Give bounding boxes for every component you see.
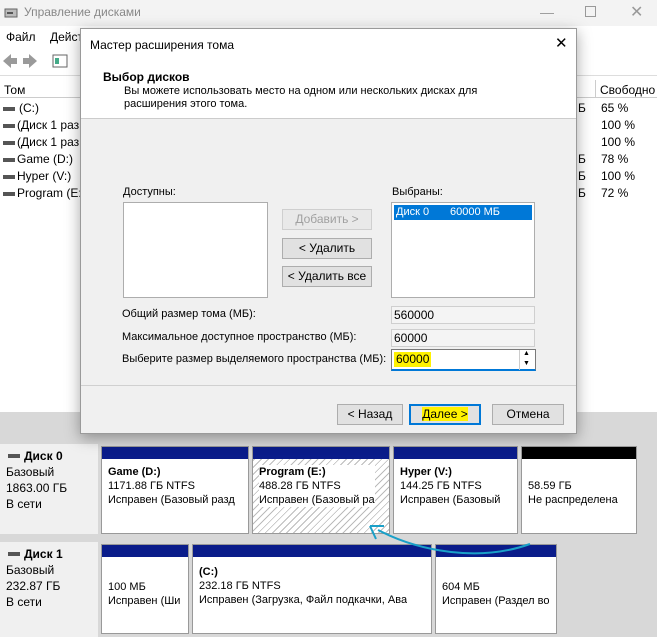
partition-size: 144.25 ГБ NTFS: [400, 480, 482, 492]
minimize-icon[interactable]: —: [540, 4, 554, 20]
back-button[interactable]: < Назад: [337, 404, 403, 425]
disk-name: Диск 1: [24, 547, 63, 561]
drive-icon: [3, 124, 15, 128]
volume-size: Б: [578, 101, 586, 115]
available-label: Доступны:: [123, 186, 176, 198]
select-size-label: Выберите размер выделяемого пространства…: [122, 353, 387, 365]
column-free[interactable]: Свободно: [600, 83, 655, 97]
partition-size: 1171.88 ГБ NTFS: [108, 480, 195, 492]
max-space-field: 60000: [391, 329, 535, 347]
select-size-input[interactable]: 60000 ▲ ▼: [391, 349, 536, 371]
volume-name: (Диск 1 раз: [17, 135, 80, 149]
volume-free: 65 %: [601, 101, 629, 115]
volume-name: (C:): [19, 101, 39, 115]
partition-state: Исправен (Раздел во: [442, 595, 550, 607]
remove-all-button[interactable]: < Удалить все: [282, 266, 372, 287]
disk-management-icon: [4, 8, 18, 18]
max-space-label: Максимальное доступное пространство (МБ)…: [122, 331, 357, 343]
window-title: Управление дисками: [24, 5, 141, 19]
close-wizard-icon[interactable]: ✕: [555, 34, 568, 52]
add-button[interactable]: Добавить >: [282, 209, 372, 230]
volume-size: Б: [578, 169, 586, 183]
menu-action[interactable]: Дейст: [50, 30, 83, 44]
chevron-down-icon[interactable]: ▼: [523, 360, 530, 367]
back-arrow-icon[interactable]: [2, 53, 18, 69]
disk-size: 232.87 ГБ: [6, 579, 61, 593]
partition-size: 58.59 ГБ: [528, 480, 572, 492]
drive-icon: [3, 107, 15, 111]
annotation-arrow-icon: [369, 525, 531, 555]
partition-state: Не распределена: [528, 494, 618, 506]
disk-map: Диск 0 Базовый 1863.00 ГБ В сети Game (D…: [0, 412, 657, 637]
partition-size: 488.28 ГБ NTFS: [259, 480, 341, 492]
drive-icon: [3, 192, 15, 196]
volume-name: (Диск 1 раз: [17, 118, 80, 132]
selected-label: Выбраны:: [392, 186, 443, 198]
disk-0-label[interactable]: Диск 0 Базовый 1863.00 ГБ В сети: [0, 444, 98, 534]
size-stepper[interactable]: ▲ ▼: [519, 350, 534, 370]
partition-title: Program (E:): [259, 466, 326, 478]
partition-state: Исправен (Базовый разд: [108, 494, 235, 506]
partition-title: Hyper (V:): [400, 466, 452, 478]
disk-status: В сети: [6, 497, 42, 511]
volume-size: Б: [578, 186, 586, 200]
wizard-heading: Выбор дисков: [103, 70, 190, 84]
volume-name: Hyper (V:): [17, 169, 72, 183]
partition-state: Исправен (Базовый ра: [259, 494, 375, 506]
partition-title: Game (D:): [108, 466, 161, 478]
disk-name: Диск 0: [24, 449, 63, 463]
volume-free: 100 %: [601, 135, 636, 149]
volume-free: 72 %: [601, 186, 629, 200]
wizard-header: Мастер расширения тома ✕ Выбор дисков Вы…: [81, 29, 576, 119]
total-size-label: Общий размер тома (МБ):: [122, 308, 256, 320]
volume-free: 100 %: [601, 169, 636, 183]
main-title-bar: Управление дисками — ✕: [0, 0, 657, 26]
disk-status: В сети: [6, 595, 42, 609]
list-item[interactable]: Диск 0 60000 МБ: [394, 205, 532, 220]
cancel-button[interactable]: Отмена: [492, 404, 564, 425]
partition-title: (C:): [199, 566, 218, 578]
drive-icon: [3, 141, 15, 145]
properties-icon[interactable]: [52, 54, 68, 68]
disk-type: Базовый: [6, 465, 55, 479]
partition-game[interactable]: Game (D:) 1171.88 ГБ NTFS Исправен (Базовы…: [101, 446, 249, 534]
next-button[interactable]: Далее >: [409, 404, 481, 425]
select-size-value: 60000: [394, 352, 432, 367]
partition-size: 100 МБ: [108, 581, 146, 593]
volume-name: Program (E:: [17, 186, 82, 200]
partition-size: 232.18 ГБ NTFS: [199, 580, 281, 592]
partition-state: Исправен (Ши: [108, 595, 181, 607]
volume-size: Б: [578, 152, 586, 166]
selected-list[interactable]: Диск 0 60000 МБ: [391, 202, 535, 298]
maximize-icon[interactable]: [585, 6, 596, 17]
wizard-description: Вы можете использовать место на одном ил…: [124, 85, 478, 110]
selected-size: 60000 МБ: [450, 206, 501, 218]
menu-file[interactable]: Файл: [6, 30, 36, 44]
total-size-field: 560000: [391, 306, 535, 324]
partition-state: Исправен (Базовый: [400, 494, 501, 506]
forward-arrow-icon[interactable]: [22, 53, 38, 69]
disk-type: Базовый: [6, 563, 55, 577]
selected-disk: Диск 0: [396, 206, 430, 218]
next-button-label: Далее >: [422, 407, 468, 421]
partition-state: Исправен (Загрузка, Файл подкачки, Ава: [199, 594, 408, 606]
disk-icon: [8, 454, 20, 458]
disk-icon: [8, 552, 20, 556]
extend-volume-wizard: Мастер расширения тома ✕ Выбор дисков Вы…: [80, 28, 577, 434]
chevron-up-icon[interactable]: ▲: [523, 350, 530, 357]
available-list[interactable]: [123, 202, 268, 298]
disk-size: 1863.00 ГБ: [6, 481, 68, 495]
wizard-title: Мастер расширения тома: [90, 38, 234, 52]
drive-icon: [3, 175, 15, 179]
drive-icon: [3, 158, 15, 162]
partition-efi[interactable]: 100 МБ Исправен (Ши: [101, 544, 189, 634]
column-volume[interactable]: Том: [4, 83, 25, 97]
remove-button[interactable]: < Удалить: [282, 238, 372, 259]
disk-1-label[interactable]: Диск 1 Базовый 232.87 ГБ В сети: [0, 542, 98, 637]
volume-name: Game (D:): [17, 152, 74, 166]
partition-size: 604 МБ: [442, 581, 480, 593]
volume-free: 100 %: [601, 118, 636, 132]
volume-free: 78 %: [601, 152, 629, 166]
close-main-icon[interactable]: ✕: [630, 2, 643, 22]
